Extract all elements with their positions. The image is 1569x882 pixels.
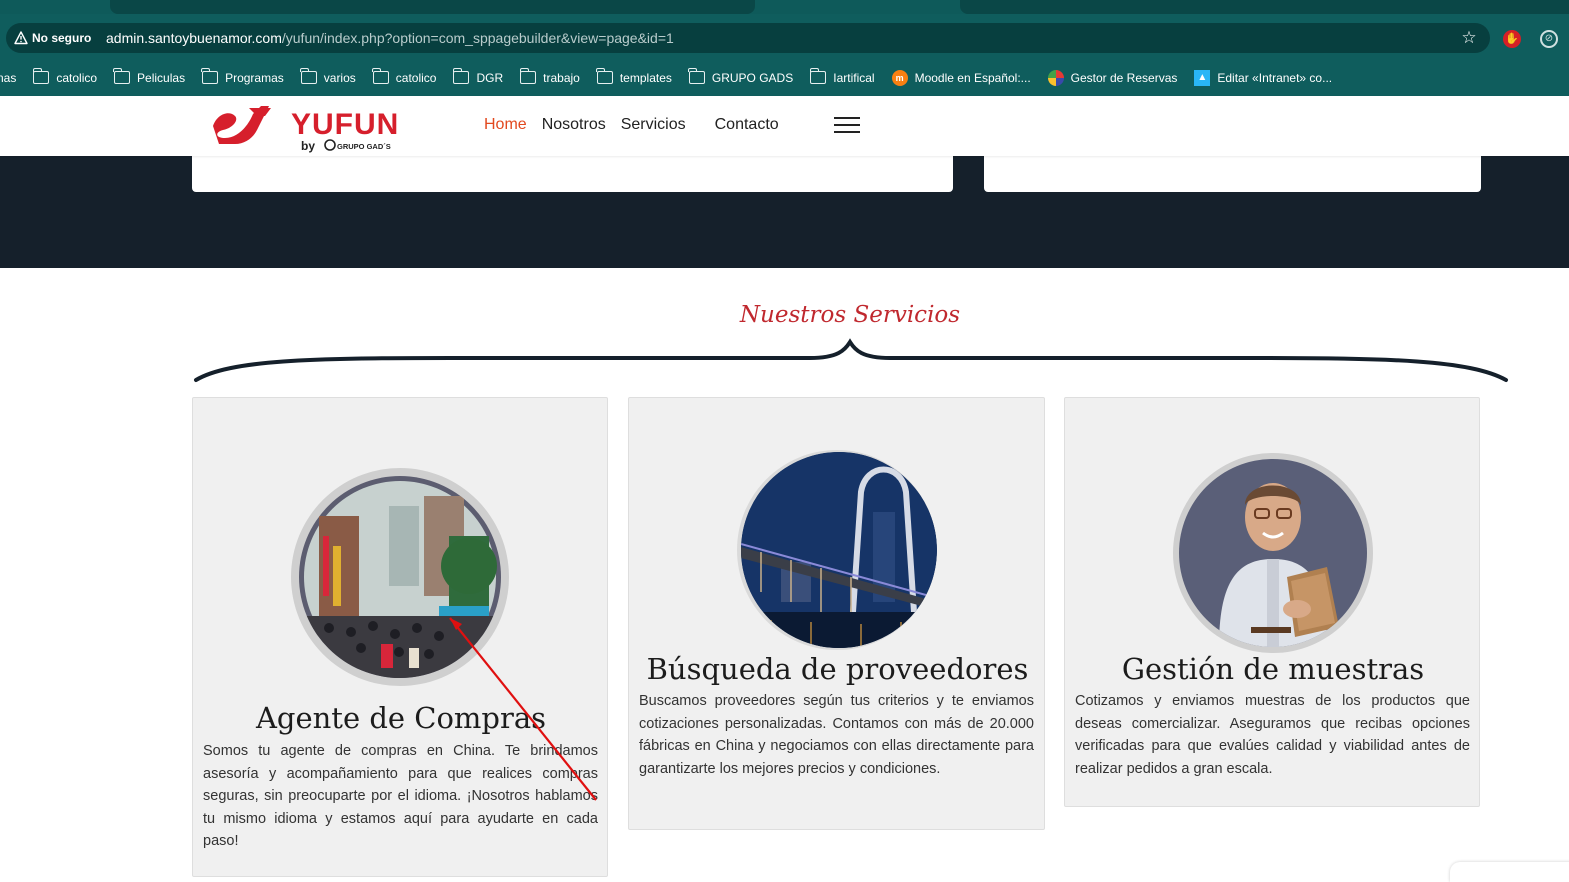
bookmarks-bar: nas catolico Peliculas Programas varios catol… [0, 59, 1569, 96]
bookmark-label: catolico [395, 70, 437, 85]
browser-tab-strip [0, 0, 1569, 14]
dark-band-section [0, 156, 1569, 268]
service-image-frame [291, 468, 509, 686]
address-bar: No seguro admin.santoybuenamor.com/yufun… [0, 14, 1569, 59]
folder-icon [452, 68, 470, 84]
bookmark-item[interactable]: GRUPO GADS [688, 68, 794, 85]
folder-icon [32, 68, 50, 84]
logo-sub: by [301, 139, 315, 153]
main-nav: Home Nosotros Servicios Contacto [484, 116, 779, 134]
bookmark-label: Gestor de Reservas [1070, 70, 1178, 85]
url-field[interactable]: No seguro admin.santoybuenamor.com/yufun… [6, 23, 1490, 53]
moodle-icon: m [891, 69, 908, 86]
bookmark-item[interactable]: varios [300, 68, 356, 85]
folder-icon [201, 68, 219, 84]
bookmark-item[interactable]: nas [0, 71, 16, 85]
folder-icon [113, 68, 131, 84]
service-text: Somos tu agente de compras en China. Te … [203, 743, 598, 849]
service-image-frame [737, 450, 937, 650]
site-header: YUFUN by GRUPO GAD´S Home Nosotros Servi… [0, 96, 1569, 156]
bookmark-label: varios [323, 70, 356, 85]
security-indicator[interactable]: No seguro [14, 29, 91, 47]
service-image-frame [1173, 453, 1373, 653]
bookmark-item[interactable]: Programas [201, 68, 284, 85]
bookmark-item[interactable]: Iartifical [809, 68, 875, 85]
url-text[interactable]: admin.santoybuenamor.com/yufun/index.php… [106, 29, 674, 47]
bookmark-label: Editar «Intranet» co... [1217, 70, 1333, 85]
bookmark-label: Iartifical [833, 70, 875, 85]
intranet-icon: ▲ [1194, 69, 1211, 86]
bookmark-label: templates [619, 70, 672, 85]
bookmark-label: nas [0, 70, 17, 85]
bookmark-label: GRUPO GADS [711, 70, 794, 85]
service-card-muestras: Gestión de muestras Cotizamos y enviamos… [1064, 397, 1480, 807]
bookmark-item[interactable]: DGR [452, 68, 504, 85]
extension-red-icon[interactable]: ✋ [1503, 30, 1521, 48]
service-card-proveedores: Búsqueda de proveedores Buscamos proveed… [628, 397, 1045, 830]
nav-nosotros[interactable]: Nosotros [542, 116, 606, 134]
night-bridge-photo [741, 452, 937, 648]
url-path: /yufun/index.php?option=com_sppagebuilde… [281, 30, 674, 46]
service-text: Buscamos proveedores según tus criterios… [639, 693, 1034, 777]
folder-icon [372, 68, 389, 84]
logo-group: GRUPO GAD´S [337, 142, 391, 151]
star-icon[interactable]: ☆ [1460, 29, 1478, 47]
browser-tab[interactable] [110, 0, 755, 14]
man-with-folder-photo [1179, 459, 1367, 647]
folder-icon [300, 68, 317, 84]
service-text: Cotizamos y enviamos muestras de los pro… [1075, 693, 1470, 777]
bookmark-item[interactable]: Peliculas [113, 68, 186, 85]
security-label: No seguro [32, 31, 92, 45]
nav-servicios[interactable]: Servicios [621, 116, 686, 134]
bookmark-item[interactable]: catolico [372, 68, 437, 85]
section-title: Nuestros Servicios [739, 302, 961, 328]
corner-widget[interactable] [1450, 862, 1569, 882]
browser-tab[interactable] [960, 0, 1569, 14]
folder-icon [809, 68, 827, 84]
folder-icon [519, 68, 537, 84]
band-card [192, 156, 953, 192]
compass-icon[interactable]: ⊘ [1540, 30, 1558, 48]
folder-icon [688, 68, 705, 84]
yufun-logo[interactable]: YUFUN by GRUPO GAD´S [209, 100, 434, 154]
gestor-icon [1047, 69, 1064, 86]
bookmark-item[interactable]: trabajo [519, 68, 580, 85]
service-card-agente: Agente de Compras Somos tu agente de com… [192, 397, 608, 877]
nav-home[interactable]: Home [484, 116, 527, 134]
service-title: Gestión de muestras [1121, 652, 1425, 686]
bookmark-item[interactable]: catolico [32, 68, 98, 85]
bookmark-item[interactable]: ▲ Editar «Intranet» co... [1194, 69, 1333, 86]
warning-icon [14, 31, 28, 45]
url-host: admin.santoybuenamor.com [106, 30, 282, 46]
hamburger-menu-icon[interactable] [834, 117, 860, 135]
bookmark-label: trabajo [543, 70, 580, 85]
bookmark-label: Peliculas [137, 70, 186, 85]
bookmark-item[interactable]: Gestor de Reservas [1047, 69, 1178, 86]
bookmark-label: catolico [56, 70, 98, 85]
service-title: Agente de Compras [255, 701, 547, 735]
bookmark-label: DGR [476, 70, 504, 85]
service-title: Búsqueda de proveedores [646, 652, 1029, 686]
busy-city-street-photo [299, 476, 501, 678]
bookmark-item[interactable]: templates [596, 68, 672, 85]
band-card [984, 156, 1481, 192]
bookmark-label: Programas [225, 70, 284, 85]
bookmark-label: Moodle en Español:... [914, 70, 1031, 85]
logo-text: YUFUN [291, 108, 399, 141]
bookmark-item[interactable]: m Moodle en Español:... [891, 69, 1031, 86]
nav-contacto[interactable]: Contacto [715, 116, 779, 134]
folder-icon [596, 68, 613, 84]
curly-brace-divider [194, 338, 1508, 382]
